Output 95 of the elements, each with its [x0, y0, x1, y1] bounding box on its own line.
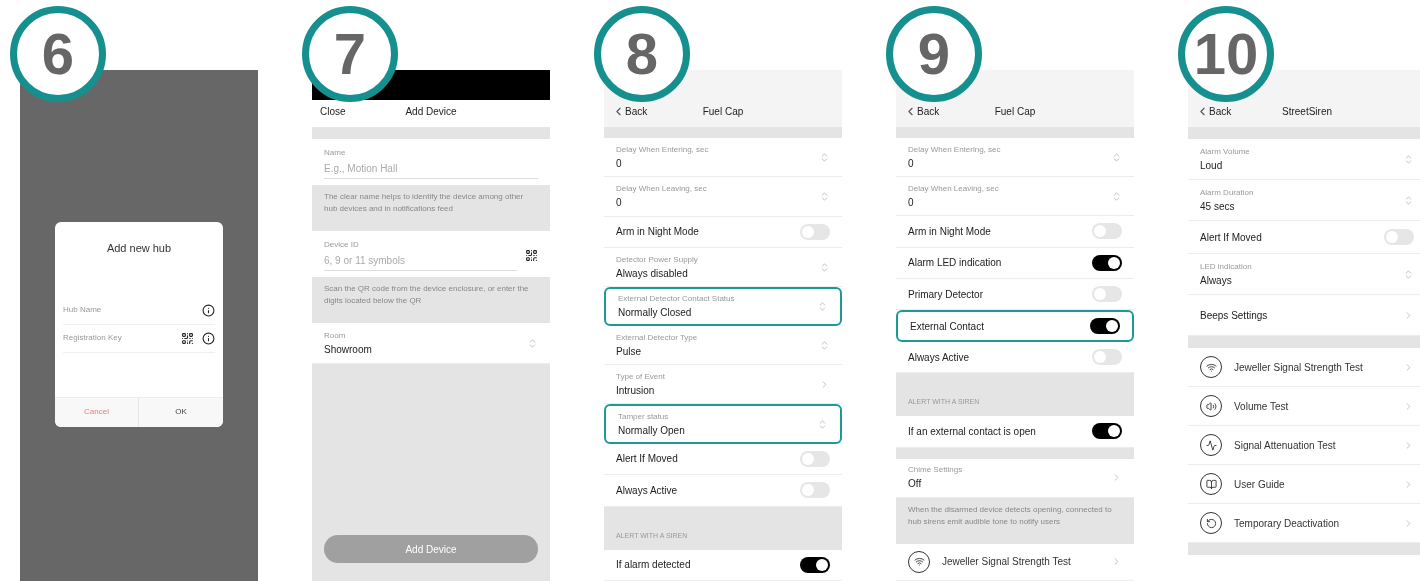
toggle-switch[interactable]	[1384, 229, 1414, 245]
toggle-switch[interactable]	[800, 556, 830, 573]
screen-title: Fuel Cap	[701, 105, 745, 119]
setting-label: Arm in Night Mode	[908, 224, 991, 239]
back-button[interactable]: Back	[612, 104, 682, 119]
setting-label: Room	[324, 329, 347, 342]
setting-value: Pulse	[616, 344, 642, 359]
up-down-icon	[817, 418, 828, 430]
toggle-switch[interactable]	[800, 482, 830, 499]
up-down-icon	[819, 261, 830, 273]
setting-label: Primary Detector	[908, 287, 983, 302]
screen-title: StreetSiren	[1281, 105, 1333, 119]
toggle-switch[interactable]	[1092, 423, 1122, 440]
setting-label: External Detector Type	[616, 331, 698, 344]
screen-title: Add Device	[404, 105, 458, 119]
menu-label: Jeweller Signal Strength Test	[942, 555, 1072, 570]
setting-value: Showroom	[324, 342, 372, 357]
setting-label: Delay When Leaving, sec	[616, 183, 707, 195]
setting-label: Always Active	[616, 483, 678, 498]
up-down-icon	[1403, 194, 1414, 206]
setting-label: Alarm Volume	[1200, 145, 1250, 158]
setting-label: If an external contact is open	[908, 424, 1036, 439]
menu-label: Jeweller Signal Strength Test	[1234, 360, 1364, 375]
setting-value: Intrusion	[616, 383, 656, 398]
up-down-icon	[527, 337, 538, 349]
setting-value: Loud	[1200, 158, 1224, 173]
setting-value: 0	[908, 156, 915, 171]
step-number-badge: 10	[1178, 6, 1274, 102]
setting-row[interactable]: External Detector Contact Status Normally Closed	[604, 287, 842, 327]
setting-value: 0	[616, 156, 623, 171]
back-button[interactable]: Back	[1196, 104, 1266, 119]
menu-label: Signal Attenuation Test	[1234, 438, 1337, 453]
setting-value: Always disabled	[616, 266, 689, 281]
toggle-switch[interactable]	[800, 450, 830, 467]
toggle-switch[interactable]	[1092, 254, 1122, 271]
menu-label: Volume Test	[1234, 399, 1290, 414]
up-down-icon	[819, 339, 830, 351]
setting-label: External Detector Contact Status	[618, 293, 735, 306]
setting-label: Alert If Moved	[616, 452, 678, 467]
hint-text: When the disarmed device detects opening, connected to hub sirens emit audible tone to notify users	[908, 503, 1113, 528]
up-down-icon	[1403, 268, 1414, 280]
setting-value: Normally Closed	[618, 306, 693, 321]
setting-label: Detector Power Supply	[616, 253, 698, 266]
hint-text: The clear name helps to identify the device among other hub devices and in notifications feed	[324, 191, 525, 215]
back-button[interactable]: Back	[904, 104, 974, 119]
step-number-badge: 8	[594, 6, 690, 102]
up-down-icon	[819, 151, 830, 163]
field-label: Name	[324, 147, 347, 159]
setting-value: 45 secs	[1200, 199, 1236, 214]
toggle-switch[interactable]	[800, 223, 830, 240]
info-icon[interactable]	[202, 331, 215, 345]
setting-label: Arm in Night Mode	[616, 225, 699, 240]
toggle-switch[interactable]	[1092, 286, 1122, 303]
hint-text: Scan the QR code from the device enclosure, or enter the digits located below the QR	[324, 283, 530, 307]
up-down-icon	[819, 191, 830, 202]
toggle-switch[interactable]	[1092, 349, 1122, 366]
setting-label: Type of Event	[616, 370, 665, 383]
up-down-icon	[1403, 153, 1414, 165]
menu-label: User Guide	[1234, 477, 1286, 492]
setting-label: If alarm detected	[616, 558, 691, 573]
info-icon[interactable]	[202, 303, 215, 317]
setting-label: Delay When Leaving, sec	[908, 182, 999, 195]
setting-label: External Contact	[910, 319, 984, 334]
setting-label: Alert If Moved	[1200, 230, 1262, 245]
menu-label: Temporary Deactivation	[1234, 516, 1341, 531]
setting-value: Normally Open	[618, 423, 685, 438]
setting-label: Delay When Entering, sec	[908, 143, 1001, 156]
setting-label: Always Active	[908, 350, 970, 365]
step-number-badge: 6	[10, 6, 106, 102]
setting-label: Alarm Duration	[1200, 186, 1254, 199]
setting-label: Beeps Settings	[1200, 308, 1268, 323]
toggle-switch[interactable]	[1092, 223, 1122, 240]
field-label: Device ID	[324, 239, 360, 251]
setting-row[interactable]: Tamper status Normally Open	[604, 404, 842, 444]
setting-value: 0	[616, 196, 623, 210]
setting-label: LED indication	[1200, 260, 1252, 273]
setting-label: Delay When Entering, sec	[616, 143, 709, 156]
setting-label: Chime Settings	[908, 464, 963, 477]
up-down-icon	[817, 301, 828, 313]
up-down-icon	[1111, 190, 1122, 202]
up-down-icon	[1111, 151, 1122, 163]
ok-button[interactable]: OK	[139, 397, 223, 427]
close-button[interactable]: Close	[320, 104, 390, 119]
setting-value: Always	[1200, 273, 1233, 288]
qr-code-icon[interactable]	[181, 331, 194, 345]
screen-title: Fuel Cap	[993, 105, 1037, 119]
qr-code-icon[interactable]	[525, 248, 538, 262]
dialog-title: Add new hub	[105, 241, 173, 256]
setting-value: Off	[908, 477, 923, 492]
setting-label: Alarm LED indication	[908, 256, 1002, 271]
setting-value: 0	[908, 195, 915, 210]
step-number-badge: 9	[886, 6, 982, 102]
toggle-switch[interactable]	[1090, 318, 1120, 335]
step-number-badge: 7	[302, 6, 398, 102]
setting-label: Tamper status	[618, 410, 670, 423]
